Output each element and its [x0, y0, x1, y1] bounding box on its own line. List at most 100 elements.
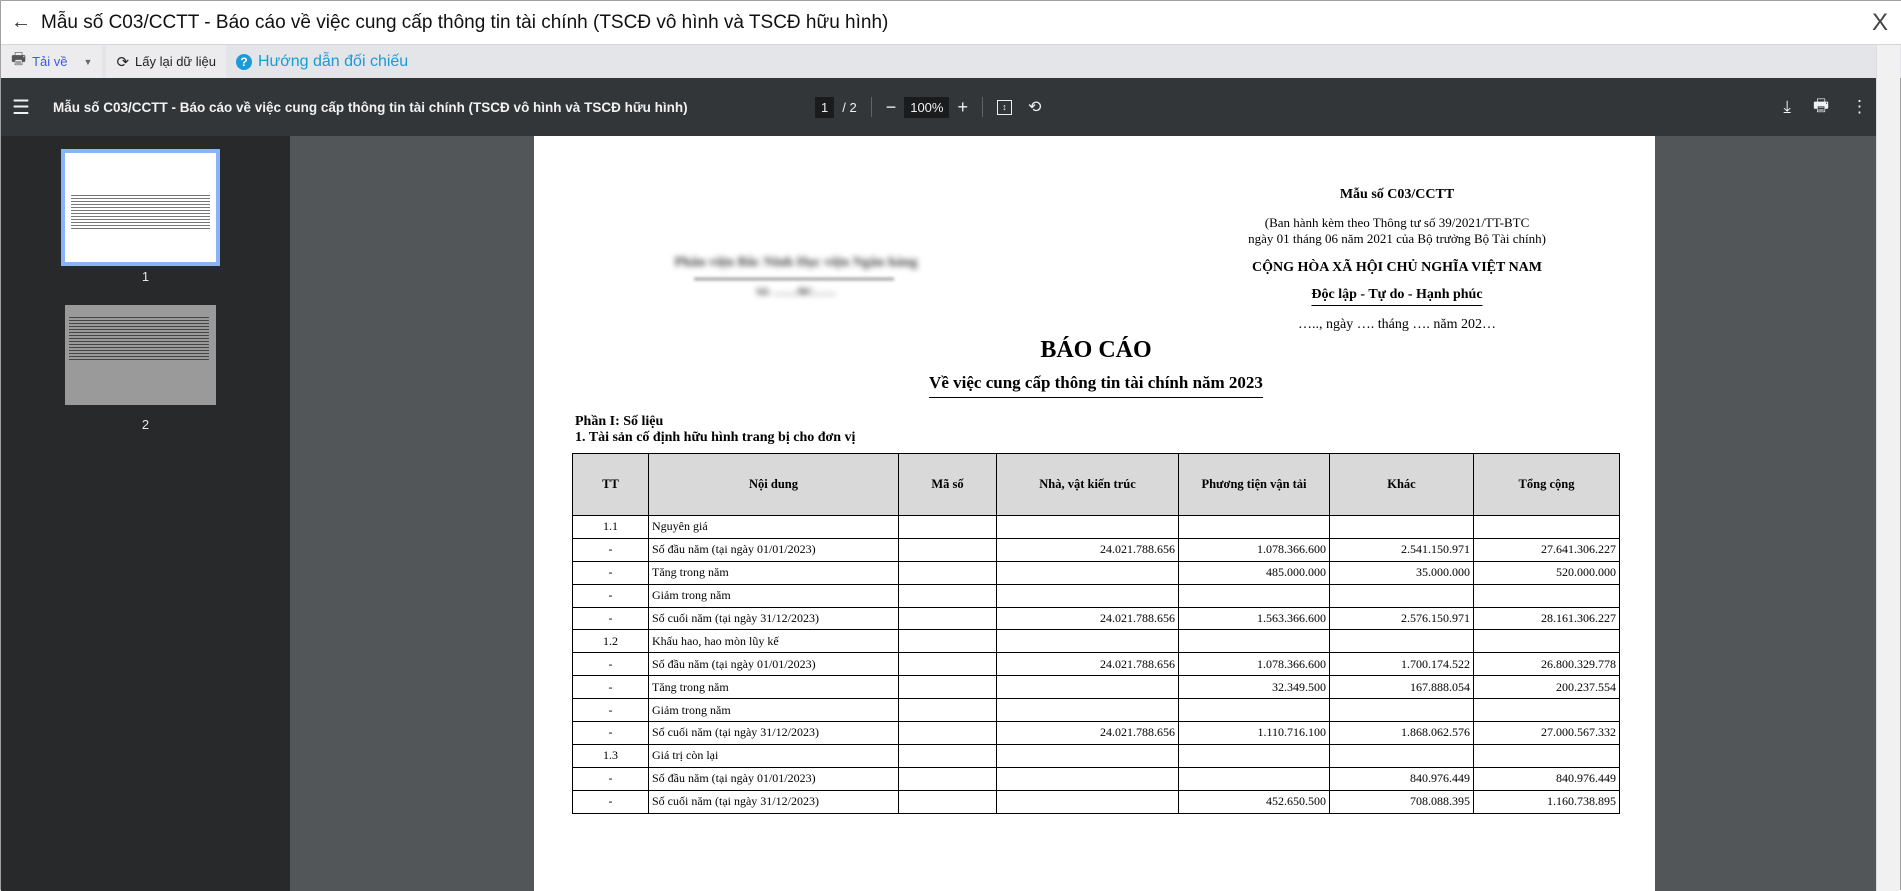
guide-link[interactable]: ? Hướng dẫn đối chiếu	[230, 53, 408, 71]
divider	[870, 97, 872, 117]
nation-title: CỘNG HÒA XÃ HỘI CHỦ NGHĨA VIỆT NAM	[1251, 260, 1543, 275]
table-cell	[1178, 583, 1330, 608]
guide-label: Hướng dẫn đối chiếu	[258, 52, 409, 70]
refresh-label: Lấy lại dữ liệu	[135, 54, 216, 69]
table-cell: 485.000.000	[1178, 560, 1330, 585]
table-cell: Số cuối năm (tại ngày 31/12/2023)	[648, 789, 899, 814]
table-row: - Giảm trong năm	[572, 583, 1620, 608]
table-cell: -	[572, 789, 649, 814]
thumbnail-table	[69, 315, 209, 360]
table-cell: 1.700.174.522	[1329, 652, 1474, 677]
column-header: Mã số	[898, 453, 997, 516]
table-cell	[1178, 766, 1330, 791]
zoom-in-icon[interactable]: +	[957, 97, 968, 118]
pdf-page: Mẫu số C03/CCTT (Ban hành kèm theo Thông…	[534, 136, 1655, 891]
rotate-icon[interactable]: ⟲	[1028, 97, 1041, 117]
column-header: Phương tiện vận tải	[1178, 453, 1330, 516]
table-cell	[996, 766, 1179, 791]
close-icon[interactable]: X	[1872, 9, 1888, 37]
column-header: TT	[572, 453, 649, 516]
print-icon[interactable]: 🖶	[1813, 93, 1829, 122]
table-cell: 27.641.306.227	[1473, 537, 1620, 562]
download-icon[interactable]: ⤓	[1783, 97, 1791, 117]
page-number-input[interactable]: 1	[815, 96, 835, 118]
table-cell: 32.349.500	[1178, 675, 1330, 700]
table-cell	[898, 652, 997, 677]
column-header: Nhà, vật kiến trúc	[996, 453, 1179, 516]
table-cell: -	[572, 698, 649, 723]
table-cell	[1178, 515, 1330, 539]
table-cell: 1.868.062.576	[1329, 721, 1474, 745]
page-thumbnail-1[interactable]	[61, 149, 220, 266]
menu-icon[interactable]: ☰	[1, 95, 41, 120]
table-cell: 1.1	[572, 515, 649, 539]
table-cell	[1178, 698, 1330, 723]
table-cell	[898, 743, 997, 768]
thumbnail-label: 2	[141, 417, 150, 432]
table-cell: Số cuối năm (tại ngày 31/12/2023)	[648, 606, 899, 631]
table-cell: 24.021.788.656	[996, 537, 1179, 562]
window-title: Mẫu số C03/CCTT - Báo cáo về việc cung c…	[41, 11, 889, 33]
assets-table: TT Nội dung Mã số Nhà, vật kiến trúc Phương …	[572, 453, 1620, 814]
thumbnail-label: 1	[141, 269, 150, 284]
table-cell: 840.976.449	[1329, 766, 1474, 791]
printer-icon: 🖶	[11, 51, 27, 68]
zoom-out-icon[interactable]: −	[886, 97, 897, 118]
table-cell	[898, 606, 997, 631]
table-cell	[1329, 515, 1474, 539]
zoom-input[interactable]: 100%	[904, 96, 950, 118]
table-cell: 24.021.788.656	[996, 721, 1179, 745]
table-cell: 28.161.306.227	[1473, 606, 1620, 631]
table-row: - Giảm trong năm	[572, 698, 1620, 723]
table-cell	[996, 789, 1179, 814]
toolbar: 🖶 Tải về ▼ ⟳ Lấy lại dữ liệu ? Hướng dẫn…	[1, 45, 1901, 78]
table-row: - Số đầu năm (tại ngày 01/01/2023) 24.021.…	[572, 537, 1620, 562]
table-cell	[898, 675, 997, 700]
table-cell	[898, 583, 997, 608]
table-cell	[1473, 743, 1620, 768]
table-cell: 26.800.329.778	[1473, 652, 1620, 677]
table-row: - Tăng trong năm 485.000.000 35.000.000 520.…	[572, 560, 1620, 585]
organization-name: Phân viện Bắc Ninh Học viện Ngân hàng	[674, 255, 918, 270]
download-button[interactable]: 🖶 Tải về ▼	[1, 45, 103, 78]
table-cell	[1178, 629, 1330, 654]
table-cell	[996, 743, 1179, 768]
refresh-data-button[interactable]: ⟳ Lấy lại dữ liệu	[106, 45, 226, 78]
table-cell: 520.000.000	[1473, 560, 1620, 585]
refresh-icon: ⟳	[116, 53, 130, 71]
table-cell: Tăng trong năm	[648, 560, 899, 585]
back-arrow-icon[interactable]: ←	[1, 11, 41, 34]
more-options-icon[interactable]: ⋮	[1851, 97, 1868, 117]
table-cell: -	[572, 675, 649, 700]
column-header: Khác	[1329, 453, 1474, 516]
table-cell: 35.000.000	[1329, 560, 1474, 585]
table-row: - Số cuối năm (tại ngày 31/12/2023) 24.021…	[572, 721, 1620, 745]
table-cell	[1329, 698, 1474, 723]
table-cell: Giảm trong năm	[648, 583, 899, 608]
thumbnail-sidebar: 1 2	[1, 136, 290, 891]
table-cell: 1.2	[572, 629, 649, 654]
column-header: Tổng cộng	[1473, 453, 1620, 516]
table-cell	[996, 515, 1179, 539]
fit-page-icon[interactable]: ↕	[996, 99, 1012, 115]
table-cell: Khấu hao, hao mòn lũy kế	[648, 629, 899, 654]
table-cell: 1.110.716.100	[1178, 721, 1330, 745]
page-thumbnail-2[interactable]	[65, 305, 216, 405]
table-cell	[1329, 743, 1474, 768]
table-cell: 1.078.366.600	[1178, 652, 1330, 677]
table-cell: -	[572, 766, 649, 791]
table-cell: 167.888.054	[1329, 675, 1474, 700]
report-heading: BÁO CÁO	[1040, 337, 1152, 363]
table-cell	[996, 675, 1179, 700]
table-cell: 24.021.788.656	[996, 606, 1179, 631]
table-cell: 2.576.150.971	[1329, 606, 1474, 631]
table-cell: 452.650.500	[1178, 789, 1330, 814]
table-row: - Số đầu năm (tại ngày 01/01/2023) 24.021.…	[572, 652, 1620, 677]
column-header: Nội dung	[648, 453, 899, 516]
title-bar: ← Mẫu số C03/CCTT - Báo cáo về việc cung…	[1, 1, 1901, 45]
pdf-title: Mẫu số C03/CCTT - Báo cáo về việc cung c…	[53, 99, 688, 115]
issued-line-1: (Ban hành kèm theo Thông tư số 39/2021/T…	[1264, 215, 1530, 230]
table-cell	[996, 629, 1179, 654]
scrollbar[interactable]	[1876, 45, 1900, 891]
table-row: 1.2 Khấu hao, hao mòn lũy kế	[572, 629, 1620, 654]
